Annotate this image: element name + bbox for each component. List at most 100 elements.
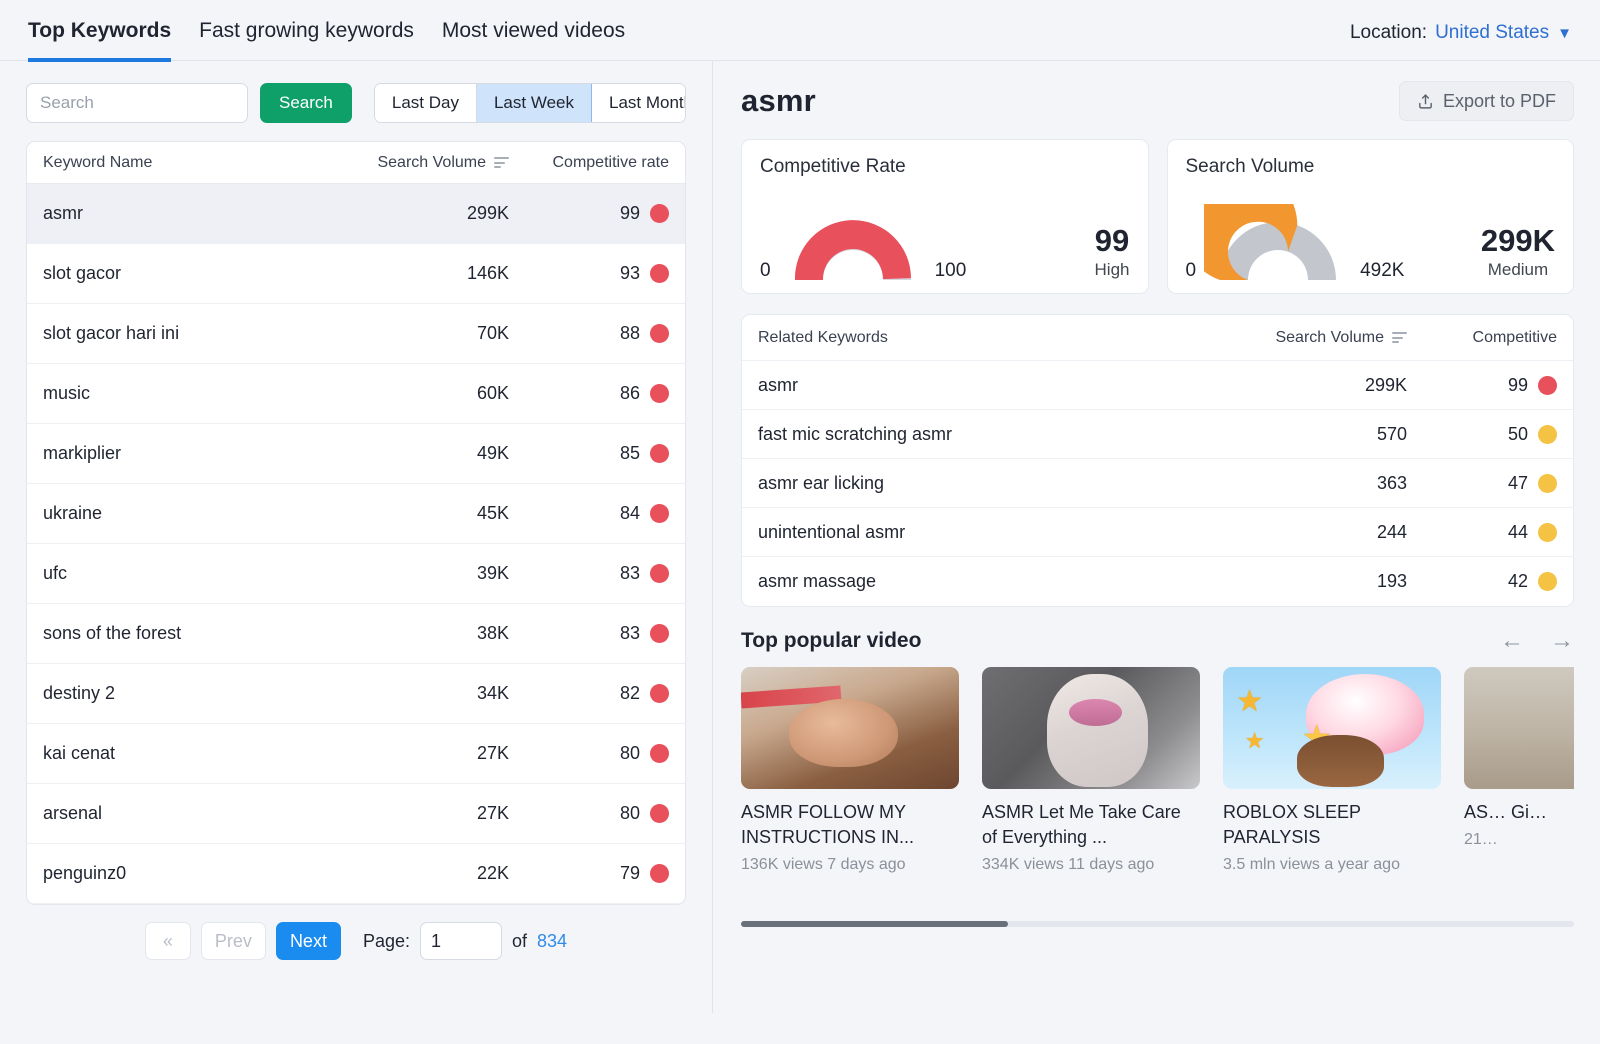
- related-keyword-competitive: 50: [1507, 423, 1528, 444]
- search-volume-max: 492K: [1360, 260, 1405, 281]
- search-volume-value: 299K: [1480, 223, 1555, 259]
- tab-most-viewed-videos[interactable]: Most viewed videos: [442, 18, 625, 58]
- arrow-right-icon[interactable]: →: [1550, 629, 1574, 653]
- location-value[interactable]: United States: [1435, 22, 1549, 44]
- time-range-segmented-control: Last Day Last Week Last Month: [373, 83, 686, 123]
- table-row[interactable]: ufc 39K 83: [27, 544, 685, 604]
- prev-page-button[interactable]: Prev: [200, 922, 266, 960]
- keyword-competitive-rate: 84: [619, 503, 640, 523]
- range-last-day[interactable]: Last Day: [374, 84, 477, 122]
- keyword-name: slot gacor: [43, 263, 122, 283]
- keyword-competitive-cell: 86: [509, 383, 669, 404]
- table-row[interactable]: kai cenat 27K 80: [27, 724, 685, 784]
- first-page-button[interactable]: «: [144, 922, 191, 960]
- video-carousel-scrollbar[interactable]: [741, 921, 1574, 927]
- related-keyword-row[interactable]: unintentional asmr 244 44: [742, 508, 1573, 557]
- video-title: ROBLOX SLEEP PARALYSIS: [1223, 802, 1361, 847]
- related-keyword-competitive-cell: 44: [1407, 522, 1557, 543]
- header-keyword-name[interactable]: Keyword Name: [43, 154, 339, 172]
- table-row[interactable]: destiny 2 34K 82: [27, 664, 685, 724]
- arrow-left-icon[interactable]: ←: [1500, 629, 1524, 653]
- related-keyword-row[interactable]: fast mic scratching asmr 570 50: [742, 410, 1573, 459]
- related-keywords-header: Related Keywords Search Volume Competiti…: [742, 315, 1573, 361]
- video-thumbnail[interactable]: [982, 667, 1200, 789]
- search-button[interactable]: Search: [260, 83, 352, 123]
- header-related-search-volume-label: Search Volume: [1275, 328, 1384, 346]
- table-row[interactable]: asmr 299K 99: [27, 184, 685, 244]
- related-keyword-volume: 244: [1376, 521, 1407, 542]
- video-thumbnail[interactable]: [1464, 667, 1574, 789]
- video-carousel[interactable]: ASMR FOLLOW MY INSTRUCTIONS IN... 136K vi…: [741, 667, 1574, 874]
- search-input[interactable]: [26, 83, 248, 123]
- related-keyword-name: asmr: [758, 374, 798, 395]
- status-badge: [650, 444, 669, 463]
- video-title: ASMR FOLLOW MY INSTRUCTIONS IN...: [741, 802, 915, 847]
- header-related-competitive[interactable]: Competitive: [1407, 329, 1557, 347]
- video-thumbnail[interactable]: ★ ★ ★: [1223, 667, 1441, 789]
- video-card[interactable]: ASMR FOLLOW MY INSTRUCTIONS IN... 136K vi…: [741, 667, 959, 874]
- competitive-rate-gauge-card: Competitive Rate 0 100 99 High: [741, 139, 1149, 294]
- range-last-week[interactable]: Last Week: [476, 84, 592, 122]
- related-keyword-row[interactable]: asmr ear licking 363 47: [742, 459, 1573, 508]
- keyword-competitive-cell: 88: [509, 323, 669, 344]
- keyword-competitive-rate: 86: [619, 383, 640, 403]
- tab-top-keywords[interactable]: Top Keywords: [28, 18, 172, 62]
- table-row[interactable]: penguinz0 22K 79: [27, 844, 685, 904]
- keyword-competitive-cell: 80: [509, 803, 669, 824]
- related-keyword-competitive: 44: [1507, 521, 1528, 542]
- table-row[interactable]: sons of the forest 38K 83: [27, 604, 685, 664]
- location-selector[interactable]: Location: United States ▼: [1350, 22, 1572, 44]
- competitive-rate-gauge: [794, 220, 911, 280]
- status-badge: [1538, 572, 1557, 591]
- video-card[interactable]: AS… Gi… 21…: [1464, 667, 1574, 874]
- video-card[interactable]: ASMR Let Me Take Care of Everything ... 3…: [982, 667, 1200, 874]
- keyword-competitive-rate: 88: [619, 323, 640, 343]
- header-related-keywords[interactable]: Related Keywords: [758, 329, 1167, 347]
- upload-icon: [1419, 93, 1432, 109]
- keyword-competitive-cell: 79: [509, 863, 669, 884]
- video-thumbnail[interactable]: [741, 667, 959, 789]
- table-row[interactable]: slot gacor hari ini 70K 88: [27, 304, 685, 364]
- page-number-input[interactable]: [420, 922, 502, 960]
- related-keyword-competitive: 99: [1507, 374, 1528, 395]
- table-row[interactable]: markiplier 49K 85: [27, 424, 685, 484]
- video-title: ASMR Let Me Take Care of Everything ...: [982, 802, 1181, 847]
- keyword-table-body: asmr 299K 99 slot gacor 146K 93 slot gacor har…: [27, 184, 685, 904]
- related-keyword-volume: 193: [1376, 571, 1407, 591]
- table-row[interactable]: arsenal 27K 80: [27, 784, 685, 844]
- related-keyword-row[interactable]: asmr 299K 99: [742, 361, 1573, 410]
- search-volume-gauge-card: Search Volume 0 492K 299K Medium: [1166, 139, 1574, 294]
- related-keyword-competitive-cell: 47: [1407, 473, 1557, 494]
- header-competitive-rate[interactable]: Competitive rate: [509, 154, 670, 172]
- chevron-down-icon[interactable]: ▼: [1557, 26, 1572, 41]
- keyword-name: music: [43, 383, 91, 403]
- table-row[interactable]: music 60K 86: [27, 364, 685, 424]
- header-search-volume[interactable]: Search Volume: [339, 154, 509, 172]
- related-keyword-row[interactable]: asmr massage 193 42: [742, 557, 1573, 606]
- keyword-competitive-cell: 93: [509, 263, 669, 284]
- keyword-competitive-cell: 80: [509, 743, 669, 764]
- video-meta: 21…: [1464, 831, 1498, 848]
- related-keyword-volume: 299K: [1364, 374, 1407, 395]
- keyword-competitive-rate: 82: [619, 683, 640, 703]
- header-related-search-volume[interactable]: Search Volume: [1167, 329, 1407, 347]
- table-row[interactable]: slot gacor 146K 93: [27, 244, 685, 304]
- sort-icon[interactable]: [494, 157, 509, 168]
- video-title: AS… Gi…: [1464, 802, 1548, 822]
- video-carousel-scroll-thumb[interactable]: [741, 921, 1008, 927]
- keyword-table-header: Keyword Name Search Volume Competitive r…: [27, 142, 685, 184]
- table-row[interactable]: ukraine 45K 84: [27, 484, 685, 544]
- export-to-pdf-button[interactable]: Export to PDF: [1398, 81, 1574, 121]
- video-card[interactable]: ★ ★ ★ ROBLOX SLEEP PARALYSIS 3.5 mln views a…: [1223, 667, 1441, 874]
- keyword-name: asmr: [43, 203, 83, 223]
- competitive-rate-rating: High: [1094, 260, 1130, 279]
- videos-nav: ← →: [1500, 629, 1574, 653]
- sort-icon[interactable]: [1392, 332, 1407, 343]
- range-last-month[interactable]: Last Month: [591, 84, 685, 122]
- tab-fast-growing-keywords[interactable]: Fast growing keywords: [199, 18, 414, 58]
- related-keyword-competitive-cell: 99: [1407, 375, 1557, 396]
- keyword-name: sons of the forest: [43, 623, 182, 643]
- detail-pane: asmr Export to PDF Competitive Rate 0 10…: [713, 61, 1600, 1044]
- total-pages[interactable]: 834: [537, 931, 567, 952]
- next-page-button[interactable]: Next: [275, 922, 341, 960]
